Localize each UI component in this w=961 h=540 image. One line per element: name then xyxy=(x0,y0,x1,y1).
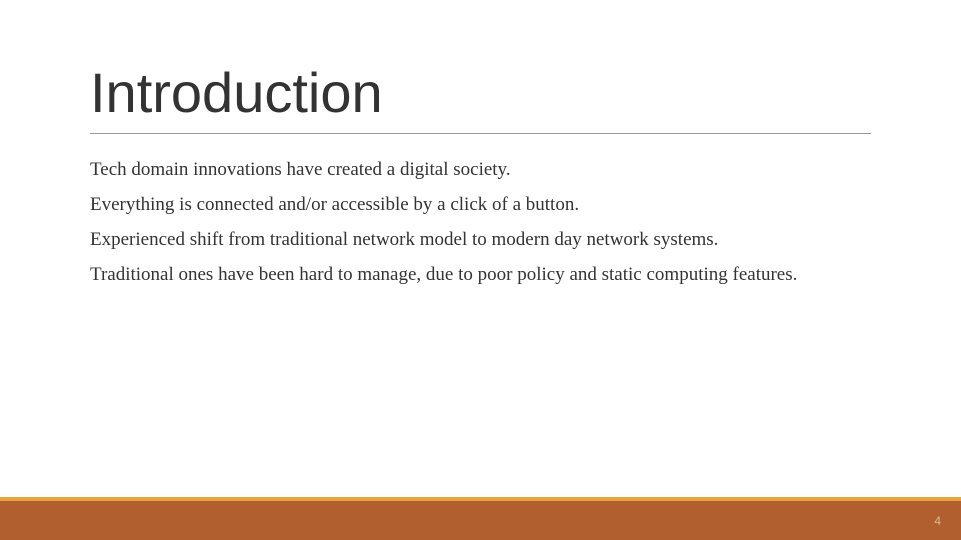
bullet-line: Tech domain innovations have created a d… xyxy=(90,152,871,187)
slide-title: Introduction xyxy=(90,60,871,125)
bullet-line: Experienced shift from traditional netwo… xyxy=(90,222,871,257)
page-number: 4 xyxy=(934,514,941,528)
slide-footer-bar xyxy=(0,497,961,540)
bullet-line: Traditional ones have been hard to manag… xyxy=(90,257,871,292)
slide-body: Tech domain innovations have created a d… xyxy=(90,152,871,293)
title-underline xyxy=(90,133,871,134)
bullet-line: Everything is connected and/or accessibl… xyxy=(90,187,871,222)
slide-content: Introduction Tech domain innovations hav… xyxy=(0,0,961,293)
